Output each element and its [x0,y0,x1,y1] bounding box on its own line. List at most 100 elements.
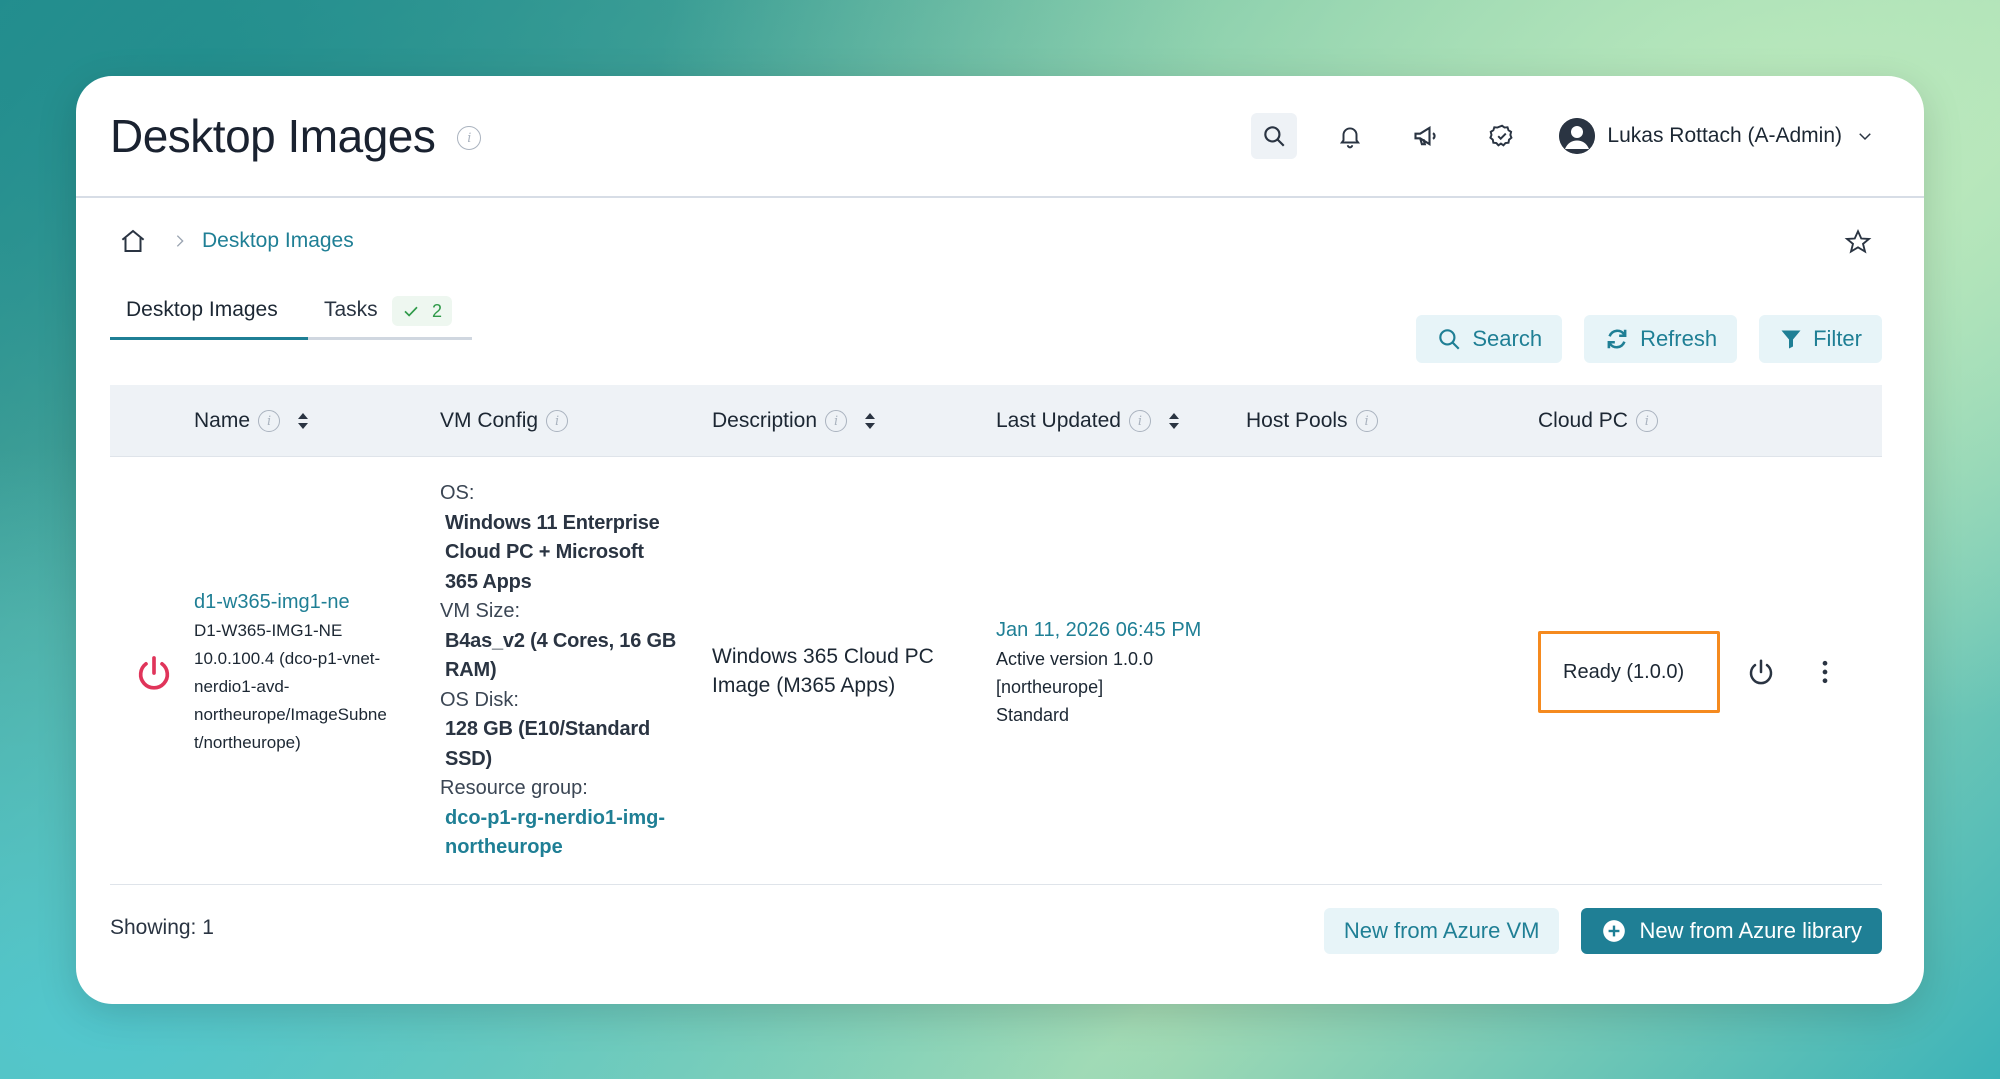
column-header-cloud-pc: Cloud PC i [1538,385,1658,457]
page-title: Desktop Images [110,110,436,162]
announcements-button[interactable] [1403,113,1449,159]
cloud-pc-status-text: Ready (1.0.0) [1563,660,1685,683]
table-row: d1-w365-img1-ne D1-W365-IMG1-NE 10.0.100… [110,457,1882,885]
breadcrumb: Desktop Images [118,226,354,256]
column-label: Description [712,409,818,432]
footer-actions: New from Azure VM New from Azure library [1323,908,1882,954]
os-value: Cloud PC + Microsoft [445,541,644,563]
network-info: 10.0.100.4 (dco-p1-vnet- [194,649,381,668]
favorite-button[interactable] [1844,228,1872,261]
avatar [1559,118,1596,154]
filter-button-label: Filter [1813,326,1862,351]
chevron-right-icon [176,235,184,247]
table-header: Name i VM Config i Description i Last Up… [110,385,1882,457]
user-name: Lukas Rottach (A-Admin) [1607,124,1842,147]
action-toolbar: Search Refresh Filter [1394,315,1882,363]
new-from-azure-vm-label: New from Azure VM [1343,918,1540,943]
resource-group-link[interactable]: northeurope [440,833,700,863]
search-button[interactable]: Search [1416,315,1563,363]
info-icon[interactable]: i [1355,410,1378,432]
network-info: northeurope/ImageSubne [194,705,387,724]
user-menu[interactable]: Lukas Rottach (A-Admin) [1559,118,1874,154]
hostname: D1-W365-IMG1-NE [194,621,343,640]
more-actions-button[interactable] [1810,657,1840,692]
refresh-button-label: Refresh [1640,326,1718,351]
bell-icon [1340,127,1361,149]
os-value: Windows 11 Enterprise [445,511,660,534]
region: [northeurope] [996,677,1104,697]
description-cell: Windows 365 Cloud PC Image (M365 Apps) [712,642,972,700]
column-header-host-pools: Host Pools i [1246,385,1378,457]
tab-tasks[interactable]: Tasks [324,298,378,334]
last-updated-date-link[interactable]: Jan 11, 2026 06:45 PM [996,615,1226,645]
resource-group-label: Resource group: [440,777,588,799]
power-button[interactable] [1746,657,1776,692]
vm-size-value: RAM) [445,659,497,681]
name-cell: d1-w365-img1-ne D1-W365-IMG1-NE 10.0.100… [194,587,426,757]
breadcrumb-current[interactable]: Desktop Images [202,229,354,253]
search-icon [1439,329,1460,350]
description-text: Windows 365 Cloud PC [712,645,934,668]
filter-icon [1781,330,1801,349]
filter-button[interactable]: Filter [1759,315,1882,363]
column-label: Name [194,409,251,432]
column-label: VM Config [440,409,539,432]
refresh-icon [1607,329,1627,349]
resource-group-link[interactable]: dco-p1-rg-nerdio1-img- [440,804,700,834]
verified-button[interactable] [1479,113,1525,159]
showing-count: Showing: 1 [110,916,214,939]
column-header-name[interactable]: Name i [194,385,310,457]
tabs: Desktop Images Tasks 2 [110,296,472,340]
vm-config-cell: OS: Windows 11 Enterprise Cloud PC + Mic… [440,479,700,863]
images-table: Name i VM Config i Description i Last Up… [110,385,1882,885]
refresh-button[interactable]: Refresh [1584,315,1738,363]
info-icon[interactable]: i [1128,410,1151,432]
info-icon[interactable]: i [258,410,281,432]
new-from-azure-library-label: New from Azure library [1639,918,1862,943]
tab-desktop-images[interactable]: Desktop Images [110,298,308,340]
sort-icon[interactable] [1167,411,1181,431]
image-name-link[interactable]: d1-w365-img1-ne [194,587,426,617]
storage-tier: Standard [996,705,1070,725]
network-info: t/northeurope) [194,733,301,752]
sort-icon[interactable] [296,411,310,431]
network-info: nerdio1-avd- [194,677,290,696]
last-updated-cell: Jan 11, 2026 06:45 PM Active version 1.0… [996,615,1226,729]
more-vertical-icon [1822,660,1828,684]
sort-icon[interactable] [863,411,877,431]
star-icon [1844,228,1872,254]
description-text: Image (M365 Apps) [712,674,896,697]
column-header-last-updated[interactable]: Last Updated i [996,385,1181,457]
tasks-badge: 2 [392,296,453,326]
os-label: OS: [440,482,475,504]
info-icon[interactable]: i [457,126,482,150]
power-icon [1749,659,1773,685]
top-right-toolbar: Lukas Rottach (A-Admin) [1221,76,1874,196]
os-value: 365 Apps [445,570,532,593]
info-icon[interactable]: i [825,410,848,432]
home-icon[interactable] [118,226,148,256]
global-search-button[interactable] [1251,113,1298,159]
column-label: Host Pools [1246,409,1348,432]
badge-check-icon [1489,124,1513,147]
info-icon[interactable]: i [546,410,569,432]
notifications-button[interactable] [1327,113,1373,159]
new-from-azure-library-button[interactable]: New from Azure library [1581,908,1882,954]
os-disk-value: SSD) [445,747,492,770]
os-disk-value: 128 GB (E10/Standard [445,718,650,740]
megaphone-icon [1414,125,1436,147]
power-status-icon[interactable] [134,653,174,698]
vm-size-value: B4as_v2 (4 Cores, 16 GB [445,629,677,652]
os-disk-label: OS Disk: [440,688,519,711]
search-button-label: Search [1472,326,1543,351]
new-from-azure-vm-button[interactable]: New from Azure VM [1323,908,1560,954]
column-header-description[interactable]: Description i [712,385,877,457]
vm-size-label: VM Size: [440,600,521,622]
column-label: Cloud PC [1538,409,1628,432]
search-icon [1264,126,1285,147]
top-bar: Desktop Images i Lukas Rottach (A-Admin) [76,76,1924,198]
active-version: Active version 1.0.0 [996,649,1154,669]
info-icon[interactable]: i [1635,410,1658,432]
cloud-pc-status: Ready (1.0.0) [1538,631,1720,713]
column-label: Last Updated [996,409,1121,432]
